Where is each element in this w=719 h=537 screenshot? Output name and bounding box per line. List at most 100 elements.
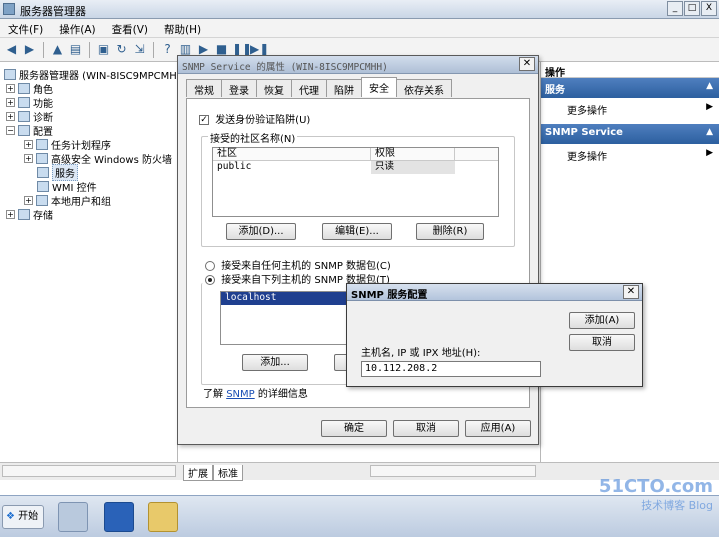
- community-group-label: 接受的社区名称(N): [208, 130, 298, 145]
- tree-item-firewall[interactable]: + 高级安全 Windows 防火墙: [24, 151, 172, 166]
- tab-general[interactable]: 常规: [186, 79, 222, 97]
- radio-any-host[interactable]: [205, 261, 215, 271]
- tree-item-storage[interactable]: + 存储: [6, 207, 53, 222]
- tree-item-task-scheduler[interactable]: + 任务计划程序: [24, 137, 111, 152]
- tree-item-services[interactable]: 服务: [37, 163, 78, 181]
- community-list[interactable]: 社区 权限 public 只读: [212, 147, 499, 217]
- expand-icon[interactable]: +: [6, 209, 15, 219]
- tree-item-configuration[interactable]: − 配置: [6, 123, 53, 138]
- apply-button[interactable]: 应用(A): [465, 420, 531, 437]
- expand-icon[interactable]: +: [6, 97, 15, 107]
- expand-icon[interactable]: +: [24, 195, 33, 205]
- ok-button[interactable]: 确定: [321, 420, 387, 437]
- tab-recovery[interactable]: 恢复: [256, 79, 292, 97]
- close-button[interactable]: X: [701, 1, 717, 16]
- server-manager-taskbar-icon[interactable]: [58, 502, 88, 532]
- firewall-icon: [36, 152, 48, 164]
- menu-action[interactable]: 操作(A): [51, 19, 103, 37]
- watermark-site: 51CTO.com: [598, 476, 713, 497]
- menu-view[interactable]: 查看(V): [104, 19, 156, 37]
- more-actions-item[interactable]: 更多操作 ▶: [541, 144, 719, 166]
- column-community[interactable]: 社区: [213, 148, 371, 160]
- users-icon: [36, 194, 48, 206]
- explorer-folder-icon[interactable]: [148, 502, 178, 532]
- expand-icon[interactable]: +: [6, 111, 15, 121]
- actions-title: 操作: [541, 62, 719, 79]
- tree-item-label: 配置: [33, 126, 53, 138]
- expand-icon[interactable]: +: [24, 153, 33, 163]
- show-tree-icon[interactable]: ▤: [68, 42, 83, 57]
- actions-section-services[interactable]: 服务 ▲: [541, 78, 719, 98]
- clock-icon: [36, 138, 48, 150]
- community-add-button[interactable]: 添加(D)...: [226, 223, 296, 240]
- host-address-input[interactable]: 10.112.208.2: [361, 361, 541, 377]
- tab-extended[interactable]: 扩展: [183, 465, 213, 481]
- export-icon[interactable]: ⇲: [132, 42, 147, 57]
- features-icon: [18, 96, 30, 108]
- tree-scrollbar[interactable]: [2, 465, 176, 477]
- expand-icon[interactable]: +: [6, 83, 15, 93]
- tree-item-diagnostics[interactable]: + 诊断: [6, 109, 53, 124]
- arrow-right-icon: ▶: [706, 102, 713, 112]
- config-add-button[interactable]: 添加(A): [569, 312, 635, 329]
- learn-more-suffix: 的详细信息: [257, 389, 308, 400]
- watermark: 51CTO.com 技术博客 Blog: [599, 476, 713, 513]
- dialog-close-button[interactable]: ✕: [519, 57, 535, 71]
- host-add-button[interactable]: 添加...: [242, 354, 308, 371]
- learn-more-row: 了解 SNMP 的详细信息: [203, 385, 308, 400]
- menu-help[interactable]: 帮助(H): [156, 19, 209, 37]
- forward-icon[interactable]: ▶: [22, 42, 37, 57]
- cancel-button[interactable]: 取消: [393, 420, 459, 437]
- tree-root[interactable]: 服务器管理器 (WIN-8ISC9MPCMHH: [4, 67, 184, 82]
- column-rights[interactable]: 权限: [371, 148, 455, 160]
- config-cancel-button[interactable]: 取消: [569, 334, 635, 351]
- send-auth-trap-checkbox[interactable]: ✓: [199, 115, 209, 125]
- minimize-button[interactable]: _: [667, 1, 683, 16]
- radio-any-host-row[interactable]: 接受来自任何主机的 SNMP 数据包(C): [205, 257, 391, 272]
- collapse-icon[interactable]: −: [6, 125, 15, 135]
- back-icon[interactable]: ◀: [4, 42, 19, 57]
- learn-more-link[interactable]: SNMP: [226, 389, 255, 400]
- tab-standard[interactable]: 标准: [213, 465, 243, 481]
- community-remove-button[interactable]: 删除(R): [416, 223, 484, 240]
- maximize-button[interactable]: □: [684, 1, 700, 16]
- start-button[interactable]: ❖ 开始: [2, 505, 44, 529]
- section-label: 服务: [545, 85, 565, 96]
- tree-item-local-users[interactable]: + 本地用户和组: [24, 193, 111, 208]
- expand-icon[interactable]: +: [24, 139, 33, 149]
- chevron-up-icon[interactable]: ▲: [706, 127, 713, 137]
- menu-bar: 文件(F) 操作(A) 查看(V) 帮助(H): [0, 19, 719, 38]
- table-row[interactable]: public 只读: [213, 161, 498, 174]
- properties-icon[interactable]: ▣: [96, 42, 111, 57]
- actions-pane: 操作 服务 ▲ 更多操作 ▶ SNMP Service ▲ 更多操作 ▶: [540, 62, 719, 462]
- action-label: 更多操作: [567, 152, 607, 163]
- tree-item-roles[interactable]: + 角色: [6, 81, 53, 96]
- tab-security[interactable]: 安全: [361, 77, 397, 97]
- gear-icon: [37, 166, 49, 178]
- toolbar-separator: [89, 41, 90, 58]
- community-edit-button[interactable]: 编辑(E)...: [322, 223, 392, 240]
- center-scrollbar[interactable]: [370, 465, 536, 477]
- tab-agent[interactable]: 代理: [291, 79, 327, 97]
- watermark-blog: 技术博客 Blog: [641, 499, 713, 512]
- help-icon[interactable]: ?: [160, 42, 175, 57]
- tab-logon[interactable]: 登录: [221, 79, 257, 97]
- tree-item-wmi[interactable]: WMI 控件: [37, 179, 97, 194]
- more-actions-item[interactable]: 更多操作 ▶: [541, 98, 719, 120]
- tree-item-features[interactable]: + 功能: [6, 95, 53, 110]
- list-item[interactable]: localhost: [221, 292, 351, 305]
- tree-item-label: 角色: [33, 84, 53, 96]
- menu-file[interactable]: 文件(F): [0, 19, 51, 37]
- powershell-icon[interactable]: [104, 502, 134, 532]
- tab-dependencies[interactable]: 依存关系: [396, 79, 452, 97]
- refresh-icon[interactable]: ↻: [114, 42, 129, 57]
- host-cell: localhost: [225, 292, 277, 303]
- view-tabs: 扩展 标准: [183, 465, 243, 481]
- send-auth-trap-row[interactable]: ✓ 发送身份验证陷阱(U): [199, 111, 310, 126]
- tab-traps[interactable]: 陷阱: [326, 79, 362, 97]
- config-dialog-close-button[interactable]: ✕: [623, 285, 639, 299]
- chevron-up-icon[interactable]: ▲: [706, 81, 713, 91]
- windows-logo-icon: ❖: [6, 511, 15, 522]
- up-folder-icon[interactable]: ▲: [50, 42, 65, 57]
- actions-section-snmp[interactable]: SNMP Service ▲: [541, 124, 719, 144]
